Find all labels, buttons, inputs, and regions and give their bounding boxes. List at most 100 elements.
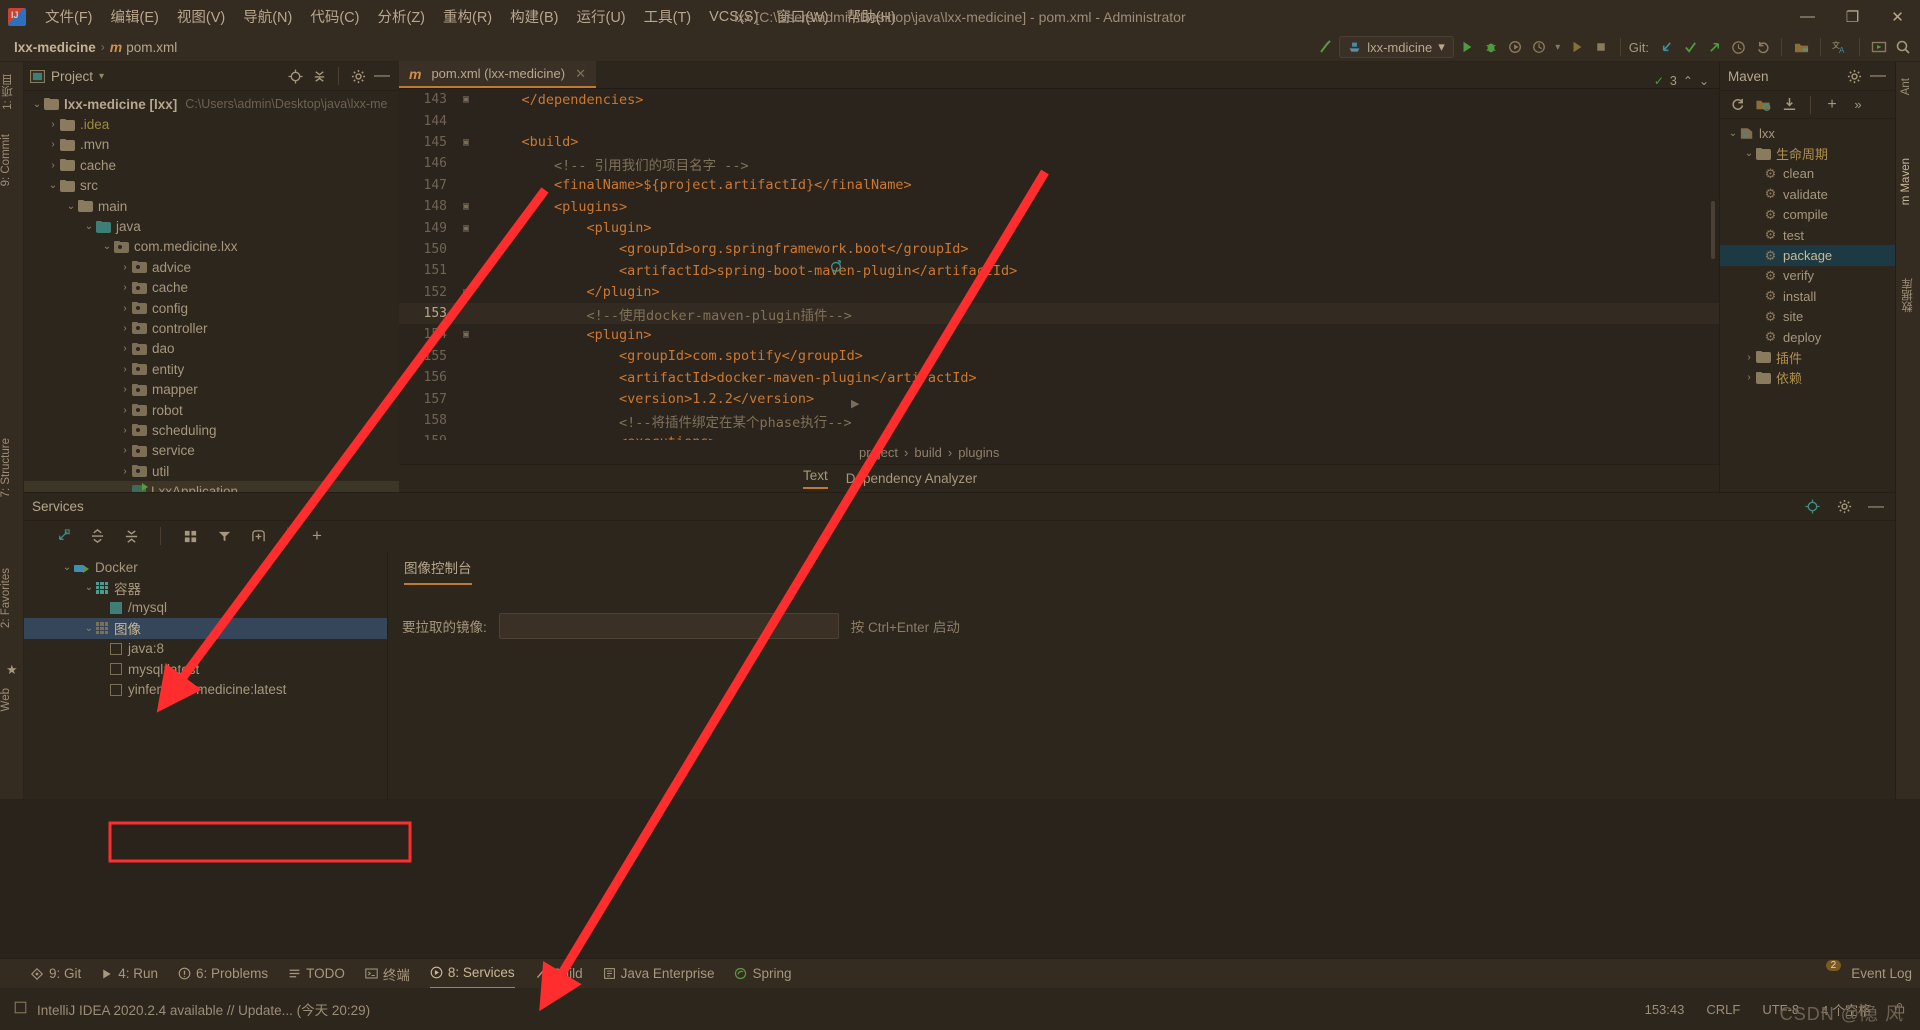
chevron-right-icon[interactable]: ›	[118, 323, 132, 334]
chevron-right-icon[interactable]: ›	[118, 343, 132, 354]
services-row-containers[interactable]: ⌄ 容器	[24, 577, 387, 597]
chevron-right-icon[interactable]: ›	[118, 282, 132, 293]
tool-window-run[interactable]: 4: Run	[101, 966, 158, 981]
chevron-down-icon[interactable]: ⌄	[1726, 128, 1740, 139]
tree-row[interactable]: › dao	[24, 339, 399, 359]
maven-goal-clean[interactable]: ⚙ clean	[1720, 164, 1895, 184]
tree-row[interactable]: › controller	[24, 318, 399, 338]
tree-row[interactable]: › .idea	[24, 114, 399, 134]
tree-row[interactable]: ⌄ main	[24, 196, 399, 216]
plus-icon[interactable]: +	[1821, 94, 1843, 116]
tab-text[interactable]: Text	[803, 468, 828, 489]
caret-position[interactable]: 153:43	[1645, 1002, 1685, 1017]
next-highlight-icon[interactable]: ⌄	[1699, 74, 1709, 88]
stripe-item-commit[interactable]: 9: Commit	[0, 128, 12, 192]
group-by-icon[interactable]	[179, 525, 201, 547]
event-log-label[interactable]: Event Log	[1851, 966, 1912, 981]
maven-goal-site[interactable]: ⚙ site	[1720, 307, 1895, 327]
breadcrumb-project[interactable]: lxx-medicine	[14, 40, 96, 55]
run-configuration-selector[interactable]: lxx-mdicine ▾	[1339, 36, 1454, 58]
debug-icon[interactable]	[1480, 36, 1502, 58]
pull-image-input[interactable]	[498, 613, 839, 639]
menu-item-edit[interactable]: 编辑(E)	[102, 3, 168, 30]
breadcrumb-project-node[interactable]: project	[859, 445, 898, 460]
expand-marker-icon[interactable]: ▶	[851, 397, 859, 410]
maven-goal-package[interactable]: ⚙ package	[1720, 245, 1895, 266]
services-row-docker[interactable]: ⌄ Docker	[24, 557, 387, 577]
services-row-images[interactable]: ⌄ 图像	[24, 618, 387, 639]
services-row-container-mysql[interactable]: /mysql	[24, 598, 387, 618]
plus-icon[interactable]: +	[306, 525, 328, 547]
tool-window-spring[interactable]: Spring	[734, 966, 791, 981]
menu-item-file[interactable]: 文件(F)	[36, 3, 102, 30]
tool-window-todo[interactable]: TODO	[288, 966, 345, 981]
previous-highlight-icon[interactable]: ⌃	[1683, 74, 1693, 88]
chevron-down-icon[interactable]: ⌄	[82, 582, 96, 593]
rerun-icon[interactable]	[1566, 36, 1588, 58]
maven-tree-row[interactable]: ⌄ m lxx	[1720, 123, 1895, 143]
menu-item-run[interactable]: 运行(U)	[567, 3, 634, 30]
tree-row[interactable]: › .mvn	[24, 135, 399, 155]
refresh-icon[interactable]	[1726, 94, 1748, 116]
tree-row[interactable]: › scheduling	[24, 420, 399, 440]
profile-icon[interactable]	[1528, 36, 1550, 58]
gear-icon[interactable]	[1843, 65, 1865, 87]
build-hammer-icon[interactable]	[1315, 36, 1337, 58]
services-row-image-lxx-medicine[interactable]: yinfeng/lxx-medicine:latest	[24, 679, 387, 699]
tool-window-build[interactable]: Build	[535, 966, 583, 981]
stripe-item-favorites[interactable]: 2: Favorites	[0, 562, 12, 634]
chevron-right-icon[interactable]: ›	[118, 466, 132, 477]
run-icon[interactable]	[1456, 36, 1478, 58]
git-update-icon[interactable]	[1655, 36, 1677, 58]
services-row-image-java8[interactable]: java:8	[24, 639, 387, 659]
tool-window-git[interactable]: 9: Git	[30, 966, 81, 981]
hide-panel-icon[interactable]: —	[371, 65, 393, 87]
run-with-coverage-icon[interactable]	[1504, 36, 1526, 58]
collapse-all-icon[interactable]	[120, 525, 142, 547]
chevron-right-icon[interactable]: ›	[118, 405, 132, 416]
menu-item-tools[interactable]: 工具(T)	[635, 3, 701, 30]
breadcrumb-build-node[interactable]: build	[914, 445, 941, 460]
maven-goal-install[interactable]: ⚙ install	[1720, 286, 1895, 306]
chevron-down-icon[interactable]: ▾	[99, 71, 104, 82]
chevron-down-icon[interactable]: ⌄	[46, 180, 60, 191]
maven-dependencies-node[interactable]: › 依赖	[1720, 368, 1895, 388]
tree-row[interactable]: ⌄ com.medicine.lxx	[24, 237, 399, 257]
maven-goal-test[interactable]: ⚙ test	[1720, 225, 1895, 245]
add-tab-icon[interactable]	[247, 525, 269, 547]
chevron-right-icon[interactable]: ›	[46, 160, 60, 171]
chevron-right-icon[interactable]: ›	[1742, 372, 1756, 383]
breadcrumb-plugins-node[interactable]: plugins	[958, 445, 999, 460]
git-commit-icon[interactable]	[1679, 36, 1701, 58]
tool-window-java-enterprise[interactable]: Java Enterprise	[603, 966, 714, 981]
chevron-down-icon[interactable]: ⌄	[82, 221, 96, 232]
menu-item-build[interactable]: 构建(B)	[501, 3, 567, 30]
close-button[interactable]: ✕	[1875, 0, 1920, 33]
tree-row[interactable]: › cache	[24, 278, 399, 298]
maven-tree-row[interactable]: ⌄ 生命周期	[1720, 143, 1895, 163]
chevron-right-icon[interactable]: ›	[118, 384, 132, 395]
chevron-right-icon[interactable]: ›	[46, 139, 60, 150]
tool-window-terminal[interactable]: 终端	[365, 964, 410, 984]
stripe-item-structure[interactable]: 7: Structure	[0, 432, 12, 503]
git-push-icon[interactable]	[1703, 36, 1725, 58]
git-history-icon[interactable]	[1727, 36, 1749, 58]
tree-row[interactable]: ⌄ src	[24, 176, 399, 196]
services-row-image-mysql[interactable]: mysql:latest	[24, 659, 387, 679]
close-icon[interactable]: ✕	[575, 66, 586, 82]
chevron-right-icon[interactable]: ›	[118, 262, 132, 273]
tab-image-console[interactable]: 图像控制台	[404, 557, 472, 585]
tree-row[interactable]: › entity	[24, 359, 399, 379]
tab-dependency-analyzer[interactable]: Dependency Analyzer	[846, 471, 977, 486]
event-log-area[interactable]: 2 Event Log	[1825, 960, 1912, 981]
chevron-down-icon[interactable]: ⌄	[60, 562, 74, 573]
download-sources-icon[interactable]	[1778, 94, 1800, 116]
hide-panel-icon[interactable]: —	[1865, 496, 1887, 518]
chevron-right-icon[interactable]: ›	[118, 425, 132, 436]
maven-goal-verify[interactable]: ⚙ verify	[1720, 266, 1895, 286]
chevron-right-icon[interactable]: ›	[118, 303, 132, 314]
stripe-item-database[interactable]: 数据库	[1900, 272, 1916, 319]
menu-item-code[interactable]: 代码(C)	[301, 3, 368, 30]
chevron-down-icon[interactable]: ⌄	[64, 201, 78, 212]
menu-item-refactor[interactable]: 重构(R)	[434, 3, 501, 30]
